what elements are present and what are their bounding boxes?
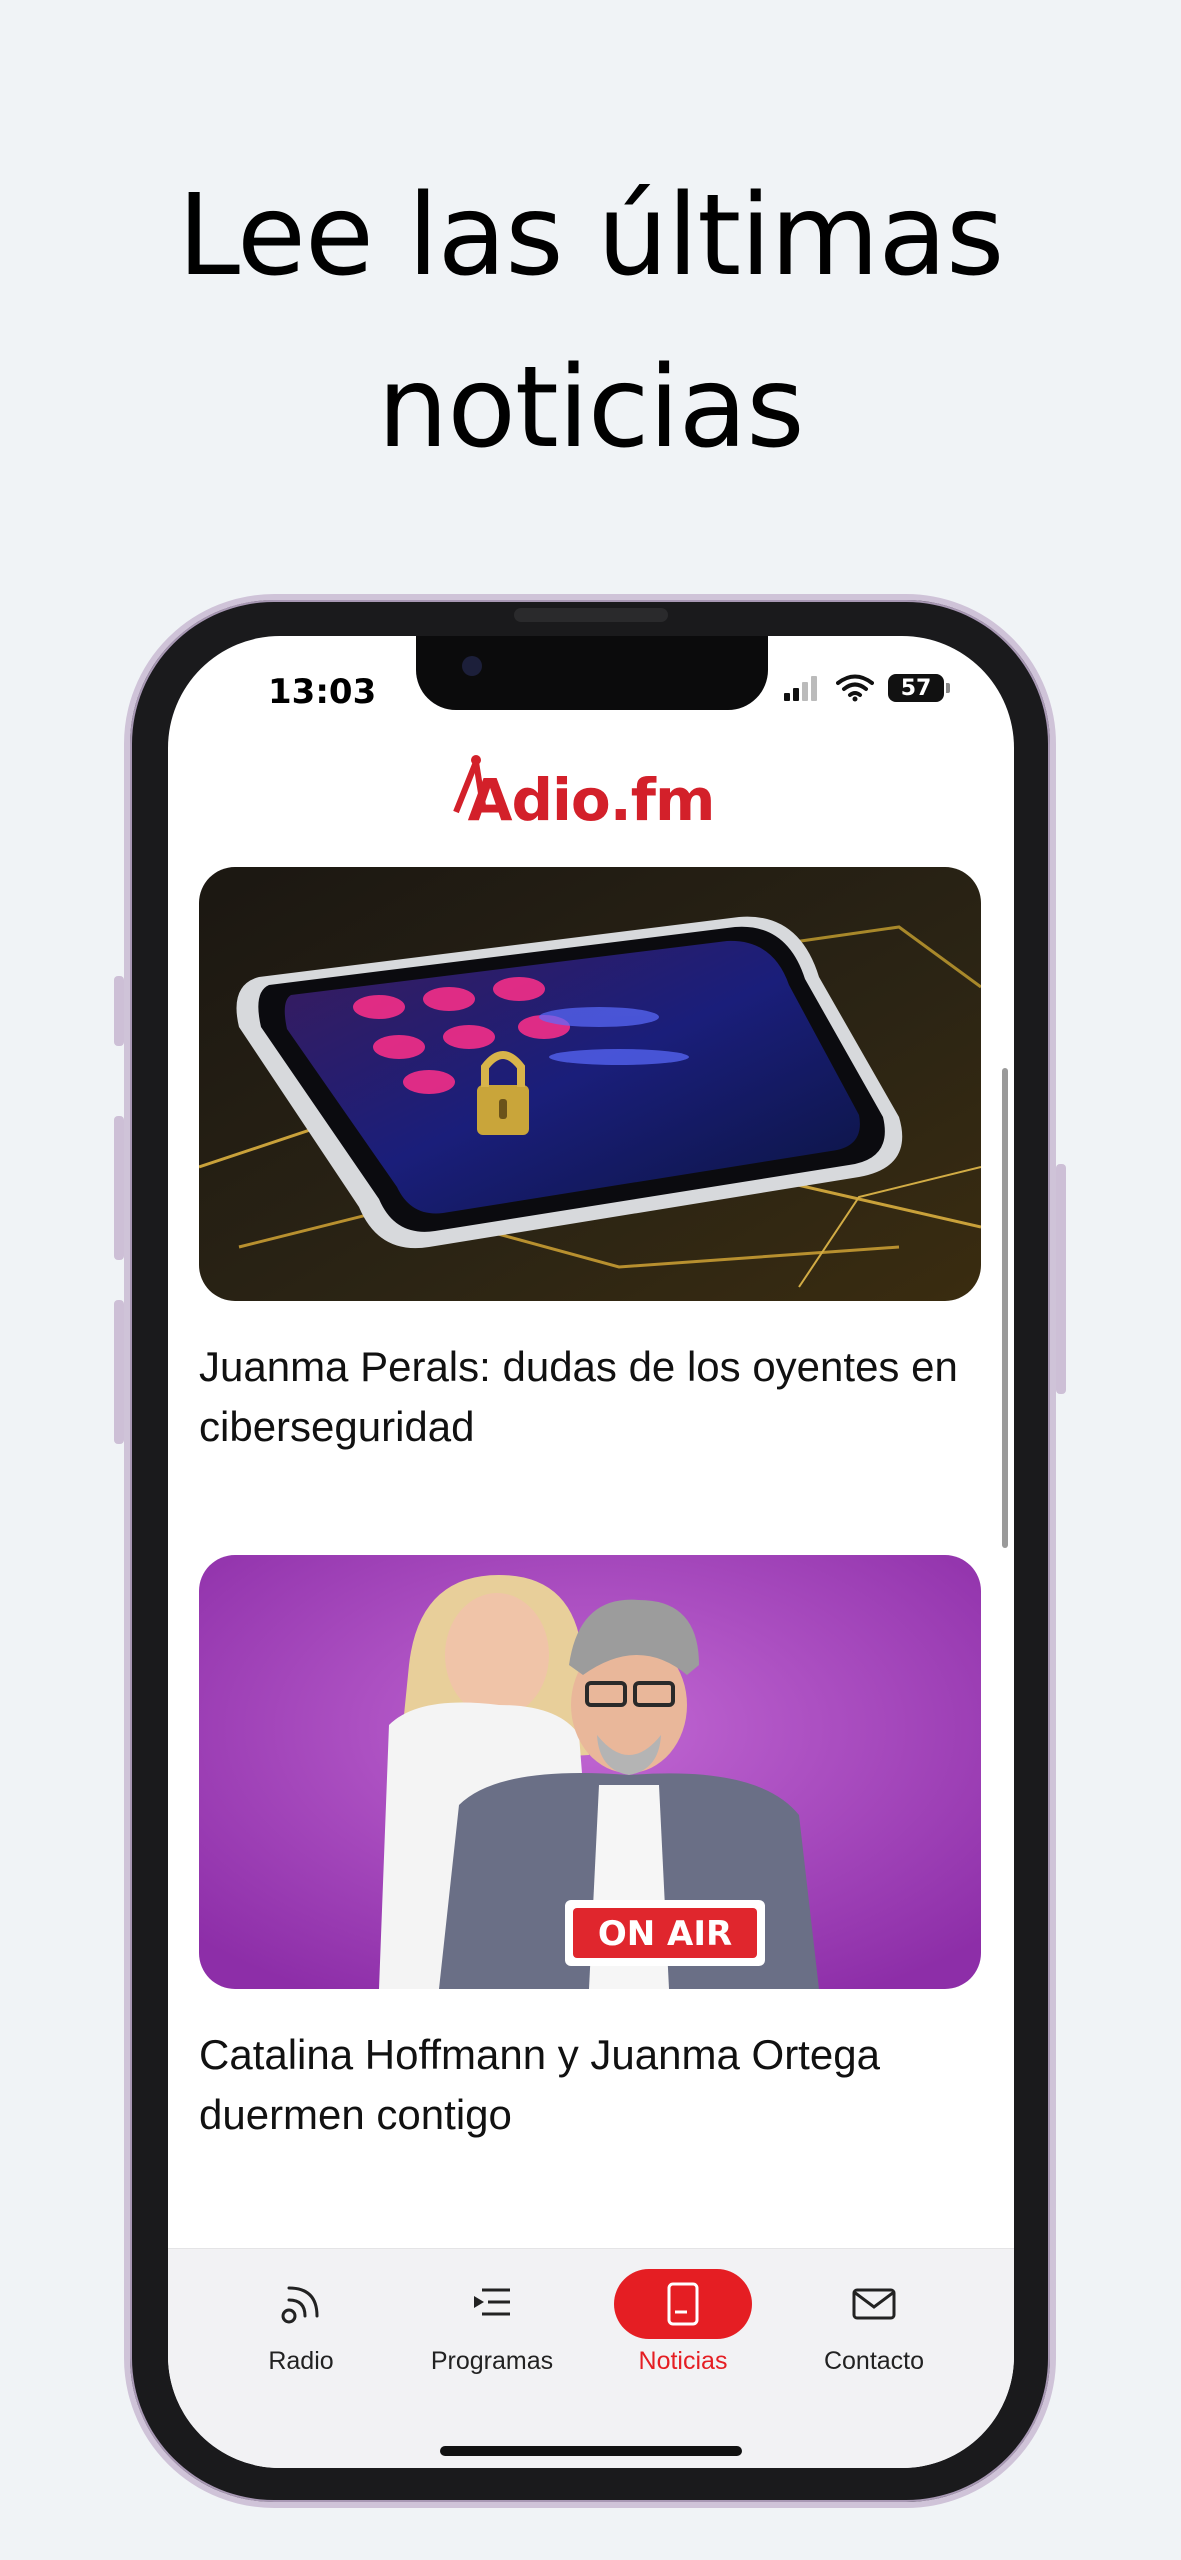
app-logo: Adio.fm — [467, 766, 716, 834]
news-feed[interactable]: Juanma Perals: dudas de los oyentes en c… — [199, 867, 981, 2243]
tab-programas[interactable]: Programas — [412, 2269, 572, 2376]
radio-waves-icon — [281, 2286, 319, 2324]
mute-switch — [114, 976, 124, 1046]
news-title[interactable]: Juanma Perals: dudas de los oyentes en c… — [199, 1337, 981, 1457]
smartphone-padlock-illustration — [199, 867, 981, 1301]
front-camera — [462, 656, 482, 676]
news-image-presenters[interactable]: ON AIR — [199, 1555, 981, 1989]
wifi-icon — [836, 674, 874, 702]
notch — [416, 636, 768, 710]
battery-level: 57 — [900, 675, 932, 701]
signal-icon — [784, 676, 817, 701]
news-title[interactable]: Catalina Hoffmann y Juanma Ortega duerme… — [199, 2025, 981, 2145]
tab-radio[interactable]: Radio — [221, 2269, 381, 2376]
phone-screen: 13:03 57 Adio.fm Juanma Perals: dudas de… — [168, 636, 1014, 2468]
promo-headline: Lee las últimas noticias — [0, 150, 1181, 494]
tab-contacto[interactable]: Contacto — [794, 2269, 954, 2376]
news-card[interactable]: Juanma Perals: dudas de los oyentes en c… — [199, 867, 981, 1457]
home-indicator[interactable] — [440, 2446, 742, 2456]
presenters-photo-illustration: ON AIR — [199, 1555, 981, 1989]
play-list-icon — [474, 2288, 510, 2316]
power-button — [1056, 1164, 1066, 1394]
envelope-icon — [852, 2288, 896, 2320]
headline-line-1: Lee las últimas — [177, 171, 1005, 301]
status-icons: 57 — [782, 674, 950, 702]
bottom-tab-bar: Radio Programas Noticias Contacto — [168, 2248, 1014, 2468]
status-time: 13:03 — [268, 672, 377, 712]
headline-line-2: noticias — [377, 343, 804, 473]
volume-up-button — [114, 1116, 124, 1260]
tab-noticias[interactable]: Noticias — [603, 2269, 763, 2376]
scrollbar[interactable] — [1002, 1068, 1008, 1548]
tab-label: Contacto — [823, 2347, 925, 2375]
news-image-cybersecurity[interactable] — [199, 867, 981, 1301]
battery-indicator: 57 — [888, 674, 950, 702]
news-document-icon — [667, 2282, 699, 2326]
tab-label: Noticias — [638, 2347, 728, 2375]
volume-down-button — [114, 1300, 124, 1444]
earpiece-speaker — [514, 608, 668, 622]
news-card[interactable]: ON AIR Catalina Hoffmann y Juanma Ortega… — [199, 1555, 981, 2145]
tab-label: Programas — [430, 2347, 554, 2375]
on-air-sign-text: ON AIR — [598, 1914, 732, 1954]
tab-label: Radio — [268, 2347, 334, 2375]
